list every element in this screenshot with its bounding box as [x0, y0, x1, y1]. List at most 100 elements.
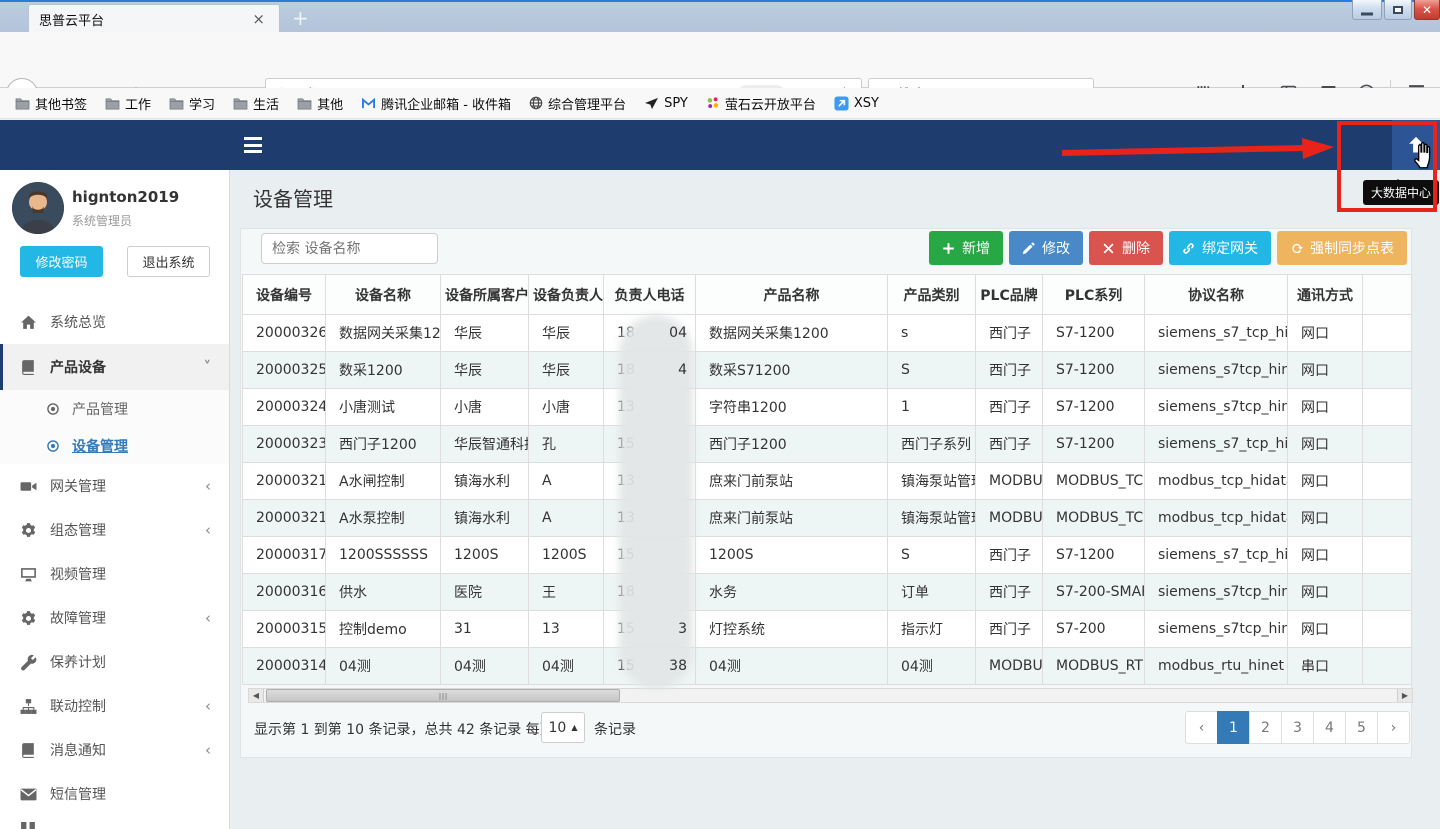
table-row[interactable]: 200003165供水医院王18水务订单西门子S7-200-SMARTsieme…: [243, 574, 1412, 611]
column-header[interactable]: 通讯方式: [1288, 275, 1363, 315]
scrollbar-thumb[interactable]: [266, 689, 620, 702]
table-row[interactable]: 200003248小唐测试小唐小唐13字符串12001西门子S7-1200sie…: [243, 389, 1412, 426]
table-row[interactable]: 200003211A水泵控制镇海水利A13庶来门前泵站镇海泵站管理MODBUSM…: [243, 500, 1412, 537]
book-icon: [20, 359, 37, 376]
column-header[interactable]: PLC品牌: [976, 275, 1043, 315]
bookmark-item[interactable]: 生活: [226, 91, 286, 116]
cell-plc_brand: 西门子: [976, 611, 1043, 648]
bookmark-item[interactable]: 学习: [162, 91, 222, 116]
bookmark-item[interactable]: 工作: [98, 91, 158, 116]
sidebar-subitem[interactable]: 设备管理: [0, 427, 229, 464]
page-button[interactable]: 4: [1313, 711, 1346, 744]
sidebar-item[interactable]: 系统总览: [0, 300, 229, 344]
page-size-dropdown[interactable]: 10▲: [541, 712, 585, 743]
caret-up-icon: ▲: [571, 723, 577, 732]
page-prev-button[interactable]: ‹: [1185, 711, 1218, 744]
table-row[interactable]: 20000314904测04测04测153804测04测MODBUSMODBUS…: [243, 648, 1412, 685]
bookmark-item[interactable]: 其他书签: [8, 91, 94, 116]
sidebar-item[interactable]: 视频管理: [0, 552, 229, 596]
bookmark-label: 其他: [317, 94, 343, 113]
browser-tab[interactable]: 思普云平台 ×: [28, 4, 280, 34]
new-tab-icon[interactable]: +: [292, 8, 309, 28]
column-header[interactable]: 设备负责人: [529, 275, 604, 315]
column-header[interactable]: 负责人电话: [604, 275, 696, 315]
window-minimize-button[interactable]: [1352, 0, 1382, 20]
page-button[interactable]: 2: [1249, 711, 1282, 744]
sidebar-item[interactable]: 故障管理‹: [0, 596, 229, 640]
bookmark-item[interactable]: 腾讯企业邮箱 - 收件箱: [354, 91, 518, 116]
cell-comm: 网口: [1288, 315, 1363, 352]
action-button-cross[interactable]: 删除: [1089, 231, 1163, 265]
sidebar-item-label: 系统总览: [50, 312, 106, 332]
table-toolbar: 新增修改删除绑定网关强制同步点表: [929, 231, 1407, 265]
change-password-button[interactable]: 修改密码: [20, 246, 103, 277]
scroll-left-icon[interactable]: ◀: [249, 689, 264, 702]
column-header[interactable]: 产品名称: [696, 275, 888, 315]
action-button-link[interactable]: 绑定网关: [1169, 231, 1271, 265]
column-header[interactable]: 设备编号: [243, 275, 326, 315]
table-row[interactable]: 200003260数据网关采集1200华辰华辰1804数据网关采集1200s西门…: [243, 315, 1412, 352]
cell-customer: 小唐: [441, 389, 529, 426]
cell-id: 200003248: [243, 389, 326, 426]
sidebar-item[interactable]: 产品设备˅: [0, 344, 229, 390]
sidebar-item[interactable]: 保养计划: [0, 640, 229, 684]
column-header[interactable]: 产品类别: [888, 275, 976, 315]
app-sidebar-toggle-icon[interactable]: [244, 137, 262, 153]
action-button-pencil[interactable]: 修改: [1009, 231, 1083, 265]
page-next-button[interactable]: ›: [1377, 711, 1410, 744]
bookmark-item[interactable]: 萤石云开放平台: [699, 91, 823, 116]
action-button-plus[interactable]: 新增: [929, 231, 1003, 265]
page-button[interactable]: 1: [1217, 711, 1250, 744]
cell-manager: 1200S: [529, 537, 604, 574]
sidebar-item[interactable]: 联动控制‹: [0, 684, 229, 728]
table-row[interactable]: 200003230西门子1200华辰智通科技孔15西门子1200西门子系列西门子…: [243, 426, 1412, 463]
sidebar-item[interactable]: 组态管理‹: [0, 508, 229, 552]
scroll-right-icon[interactable]: ▶: [1397, 689, 1412, 702]
sidebar-item-partial[interactable]: [20, 822, 37, 829]
device-search-input[interactable]: [261, 233, 438, 264]
cell-product: 西门子1200: [696, 426, 888, 463]
action-button-refresh[interactable]: 强制同步点表: [1277, 231, 1407, 265]
cell-plc_series: MODBUS_TCP: [1043, 463, 1145, 500]
bookmark-item[interactable]: XSY: [827, 93, 886, 114]
cell-id: 200003152: [243, 611, 326, 648]
bookmark-item[interactable]: SPY: [637, 93, 695, 114]
column-header[interactable]: 设备所属客户: [441, 275, 529, 315]
cell-filler: [1363, 389, 1412, 426]
sidebar-item[interactable]: 消息通知‹: [0, 728, 229, 772]
cell-filler: [1363, 463, 1412, 500]
sidebar-item[interactable]: 短信管理: [0, 772, 229, 816]
window-close-button[interactable]: ✕: [1414, 0, 1440, 20]
page-button[interactable]: 5: [1345, 711, 1378, 744]
bookmark-item[interactable]: 其他: [290, 91, 350, 116]
tab-close-icon[interactable]: ×: [248, 10, 269, 29]
column-header-filler: [1363, 275, 1412, 315]
cell-comm: 网口: [1288, 389, 1363, 426]
cell-id: 200003256: [243, 352, 326, 389]
table-row[interactable]: 200003256数采1200华辰华辰184数采S71200S西门子S7-120…: [243, 352, 1412, 389]
column-header[interactable]: 设备名称: [326, 275, 441, 315]
sidebar-subitem[interactable]: 产品管理: [0, 390, 229, 427]
logout-button[interactable]: 退出系统: [127, 246, 210, 277]
page-button[interactable]: 3: [1281, 711, 1314, 744]
table-row[interactable]: 200003212A水闸控制镇海水利A13庶来门前泵站镇海泵站管理MODBUSM…: [243, 463, 1412, 500]
table-row[interactable]: 2000031771200SSSSSS1200S1200S151200SS西门子…: [243, 537, 1412, 574]
avatar[interactable]: [12, 182, 64, 234]
sitemap-icon: [20, 698, 37, 715]
cell-name: A水闸控制: [326, 463, 441, 500]
column-header[interactable]: PLC系列: [1043, 275, 1145, 315]
refresh-icon: [1290, 242, 1303, 255]
chevron-left-icon: ‹: [205, 697, 211, 715]
cell-plc_brand: MODBUS: [976, 648, 1043, 685]
cell-category: S: [888, 537, 976, 574]
column-header[interactable]: 协议名称: [1145, 275, 1288, 315]
bookmark-item[interactable]: 综合管理平台: [522, 91, 633, 116]
sidebar-item[interactable]: 网关管理‹: [0, 464, 229, 508]
folder-icon: [15, 97, 30, 110]
cell-product: 数据网关采集1200: [696, 315, 888, 352]
content-panel: 新增修改删除绑定网关强制同步点表 设备编号设备名称设备所属客户设备负责人负责人电…: [240, 228, 1412, 758]
window-restore-button[interactable]: [1384, 0, 1412, 20]
folder-icon: [105, 97, 120, 110]
horizontal-scrollbar[interactable]: ◀ ▶: [248, 688, 1413, 703]
table-row[interactable]: 200003152控制demo3113153灯控系统指示灯西门子S7-200si…: [243, 611, 1412, 648]
